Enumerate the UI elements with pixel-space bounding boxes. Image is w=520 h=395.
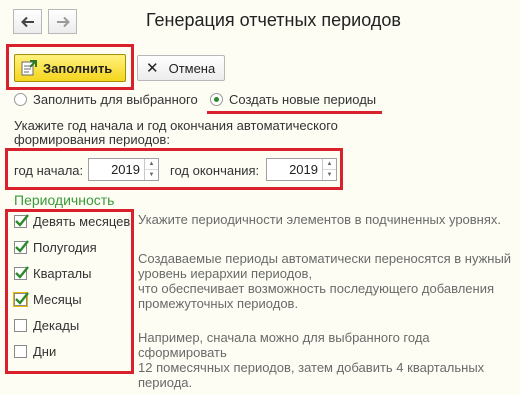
forward-button[interactable]	[48, 9, 77, 34]
checkbox[interactable]	[14, 319, 27, 332]
radio-create-new-label: Создать новые периоды	[229, 92, 377, 107]
hint-text: периода.	[138, 375, 193, 390]
checkbox[interactable]	[13, 292, 29, 307]
start-year-stepper[interactable]: ▲ ▼	[144, 159, 158, 180]
close-icon: ✕	[146, 60, 159, 77]
start-year-value: 2019	[111, 162, 140, 177]
end-year-value: 2019	[289, 162, 318, 177]
periodicity-checkbox-row[interactable]: Девять месяцев	[14, 214, 130, 229]
radio-indicator	[14, 93, 27, 106]
periodicity-header: Периодичность	[14, 192, 115, 208]
hint-text: Укажите периодичности элементов в подчин…	[138, 212, 502, 227]
instruction-text: Укажите год начала и год окончания автом…	[14, 118, 338, 147]
hint-text: сформировать	[138, 345, 227, 360]
spin-up-icon[interactable]: ▲	[145, 159, 158, 169]
start-year-label: год начала:	[14, 163, 84, 178]
checkbox-label: Полугодия	[33, 240, 97, 255]
cancel-button-label: Отмена	[168, 60, 216, 76]
end-year-stepper[interactable]: ▲ ▼	[322, 159, 336, 180]
periodicity-checkbox-row[interactable]: Месяцы	[13, 292, 82, 307]
spin-down-icon[interactable]: ▼	[323, 169, 336, 180]
arrow-left-icon	[20, 16, 34, 27]
checkbox-label: Декады	[33, 318, 80, 333]
checkbox-label: Кварталы	[33, 266, 92, 281]
radio-fill-selected[interactable]: Заполнить для выбранного	[14, 92, 198, 107]
checkmark-icon	[15, 266, 29, 279]
fill-button-label: Заполнить	[43, 60, 113, 76]
page-title: Генерация отчетных периодов	[146, 10, 401, 30]
checkbox-label: Девять месяцев	[33, 214, 131, 229]
end-year-input[interactable]: 2019 ▲ ▼	[266, 158, 337, 181]
hint-text: промежуточных периодов.	[138, 296, 299, 311]
checkbox[interactable]	[14, 345, 27, 358]
hint-text: что обеспечивает возможность последующег…	[138, 281, 494, 296]
hint-text: Например, сначала можно для выбранного г…	[138, 330, 430, 345]
fill-form-icon	[21, 60, 37, 76]
checkmark-icon	[15, 292, 29, 305]
spin-down-icon[interactable]: ▼	[145, 169, 158, 180]
radio-create-new[interactable]: Создать новые периоды	[210, 92, 376, 107]
hint-text: Создаваемые периоды автоматически перено…	[138, 251, 512, 266]
checkmark-icon	[15, 240, 29, 253]
checkbox[interactable]	[14, 266, 29, 280]
checkbox[interactable]	[14, 240, 29, 254]
end-year-label: год окончания:	[170, 163, 260, 178]
periodicity-checkbox-row[interactable]: Кварталы	[14, 266, 91, 281]
section-divider	[14, 209, 134, 210]
checkbox-label: Дни	[33, 344, 57, 359]
cancel-button[interactable]: ✕ Отмена	[137, 55, 225, 81]
checkbox-label: Месяцы	[33, 292, 82, 307]
periodicity-checkbox-row[interactable]: Полугодия	[14, 240, 97, 255]
checkmark-icon	[15, 214, 29, 227]
hint-text: 12 помесячных периодов, затем добавить 4…	[138, 360, 485, 375]
radio-indicator-selected	[210, 93, 223, 106]
hint-text: уровень иерархии периодов,	[138, 266, 313, 281]
arrow-right-icon	[56, 16, 70, 27]
periodicity-checkbox-row[interactable]: Дни	[14, 344, 56, 359]
fill-button[interactable]: Заполнить	[14, 54, 126, 82]
periodicity-checkbox-row[interactable]: Декады	[14, 318, 79, 333]
highlight-underline	[207, 111, 382, 114]
checkbox[interactable]	[14, 214, 29, 228]
start-year-input[interactable]: 2019 ▲ ▼	[88, 158, 159, 181]
back-button[interactable]	[13, 9, 42, 34]
radio-fill-selected-label: Заполнить для выбранного	[33, 92, 198, 107]
spin-up-icon[interactable]: ▲	[323, 159, 336, 169]
